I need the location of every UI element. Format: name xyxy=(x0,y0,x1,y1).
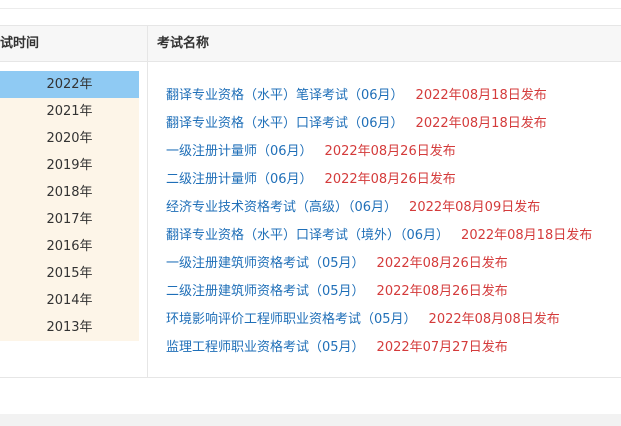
exam-list: 翻译专业资格（水平）笔译考试（06月） 2022年08月18日发布 翻译专业资格（… xyxy=(166,82,621,362)
year-item-2014[interactable]: 2014年 xyxy=(0,287,139,314)
exam-name-link[interactable]: 翻译专业资格（水平）口译考试（境外）（06月） xyxy=(166,228,449,243)
table-header: 考试时间 考试名称 xyxy=(0,26,621,62)
year-item-label: 2016年 xyxy=(46,239,93,254)
year-item-label: 2020年 xyxy=(46,131,93,146)
exam-row: 监理工程师职业资格考试（05月） 2022年07月27日发布 xyxy=(166,334,621,362)
exam-publish-date: 2022年08月18日发布 xyxy=(415,88,547,103)
exam-row: 经济专业技术资格考试（高级）（06月） 2022年08月09日发布 xyxy=(166,194,621,222)
exam-row: 一级注册建筑师资格考试（05月） 2022年08月26日发布 xyxy=(166,250,621,278)
year-item-2017[interactable]: 2017年 xyxy=(0,206,139,233)
exam-name-link[interactable]: 翻译专业资格（水平）口译考试（06月） xyxy=(166,116,404,131)
exam-name-link[interactable]: 监理工程师职业资格考试（05月） xyxy=(166,340,365,355)
exam-results-panel: 考试时间 考试名称 2022年 2021年 2020年 2019年 2018年 … xyxy=(0,25,621,378)
header-exam-time: 考试时间 xyxy=(0,36,40,51)
year-item-label: 2015年 xyxy=(46,266,93,281)
year-list: 2022年 2021年 2020年 2019年 2018年 2017年 2016… xyxy=(0,71,139,341)
exam-name-link[interactable]: 一级注册建筑师资格考试（05月） xyxy=(166,256,365,271)
exam-name-link[interactable]: 二级注册计量师（06月） xyxy=(166,172,313,187)
exam-row: 翻译专业资格（水平）笔译考试（06月） 2022年08月18日发布 xyxy=(166,82,621,110)
top-divider xyxy=(0,8,621,9)
year-item-2015[interactable]: 2015年 xyxy=(0,260,139,287)
bottom-bar xyxy=(0,414,621,426)
exam-row: 环境影响评价工程师职业资格考试（05月） 2022年08月08日发布 xyxy=(166,306,621,334)
exam-publish-date: 2022年08月26日发布 xyxy=(324,172,456,187)
exam-publish-date: 2022年08月18日发布 xyxy=(415,116,547,131)
exam-name-link[interactable]: 环境影响评价工程师职业资格考试（05月） xyxy=(166,312,417,327)
header-exam-name: 考试名称 xyxy=(157,36,210,51)
exam-publish-date: 2022年08月26日发布 xyxy=(376,284,508,299)
year-item-2022[interactable]: 2022年 xyxy=(0,71,139,98)
year-item-label: 2013年 xyxy=(46,320,93,335)
exam-row: 二级注册建筑师资格考试（05月） 2022年08月26日发布 xyxy=(166,278,621,306)
year-item-2016[interactable]: 2016年 xyxy=(0,233,139,260)
year-item-label: 2021年 xyxy=(46,104,93,119)
exam-publish-date: 2022年08月26日发布 xyxy=(324,144,456,159)
year-item-2021[interactable]: 2021年 xyxy=(0,98,139,125)
year-item-label: 2017年 xyxy=(46,212,93,227)
exam-name-link[interactable]: 经济专业技术资格考试（高级）（06月） xyxy=(166,200,397,215)
year-item-label: 2022年 xyxy=(46,77,93,92)
exam-row: 翻译专业资格（水平）口译考试（06月） 2022年08月18日发布 xyxy=(166,110,621,138)
exam-row: 一级注册计量师（06月） 2022年08月26日发布 xyxy=(166,138,621,166)
exam-row: 翻译专业资格（水平）口译考试（境外）（06月） 2022年08月18日发布 xyxy=(166,222,621,250)
year-item-2013[interactable]: 2013年 xyxy=(0,314,139,341)
year-item-2020[interactable]: 2020年 xyxy=(0,125,139,152)
exam-publish-date: 2022年07月27日发布 xyxy=(376,340,508,355)
year-item-label: 2019年 xyxy=(46,158,93,173)
exam-name-link[interactable]: 一级注册计量师（06月） xyxy=(166,144,313,159)
exam-name-link[interactable]: 二级注册建筑师资格考试（05月） xyxy=(166,284,365,299)
exam-publish-date: 2022年08月18日发布 xyxy=(461,228,593,243)
column-divider xyxy=(147,26,148,377)
year-item-label: 2018年 xyxy=(46,185,93,200)
exam-row: 二级注册计量师（06月） 2022年08月26日发布 xyxy=(166,166,621,194)
year-item-label: 2014年 xyxy=(46,293,93,308)
year-item-2018[interactable]: 2018年 xyxy=(0,179,139,206)
exam-publish-date: 2022年08月26日发布 xyxy=(376,256,508,271)
exam-publish-date: 2022年08月09日发布 xyxy=(409,200,541,215)
year-item-2019[interactable]: 2019年 xyxy=(0,152,139,179)
exam-publish-date: 2022年08月08日发布 xyxy=(428,312,560,327)
exam-name-link[interactable]: 翻译专业资格（水平）笔译考试（06月） xyxy=(166,88,404,103)
